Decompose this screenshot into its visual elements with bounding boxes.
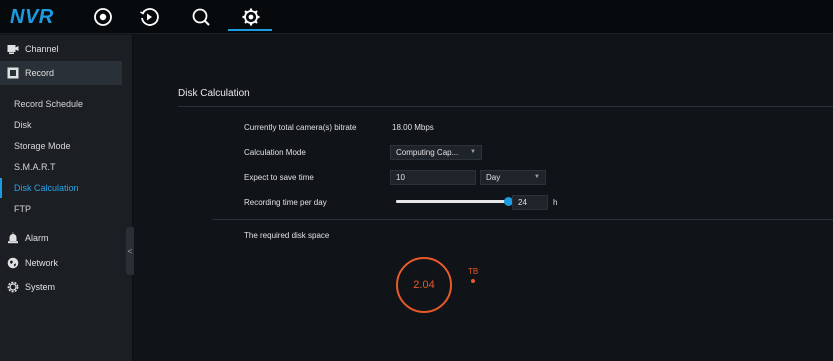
sidebar-item-storage-mode[interactable]: Storage Mode: [0, 136, 122, 156]
calculation-mode-select[interactable]: Computing Cap... ▼: [390, 145, 482, 160]
nvr-logo: NVR: [10, 6, 54, 28]
sidebar-item-label: S.M.A.R.T: [14, 162, 56, 172]
disk-space-value: 2.04: [413, 279, 435, 291]
unit-dot: [471, 279, 475, 283]
per-day-value: 24: [518, 198, 527, 207]
bitrate-value: 18.00 Mbps: [392, 123, 434, 132]
sidebar-item-label: Disk Calculation: [14, 183, 79, 193]
sidebar-group-label: Network: [25, 258, 59, 268]
bitrate-label: Currently total camera(s) bitrate: [244, 123, 357, 132]
sidebar-group-label: System: [25, 282, 56, 292]
sidebar-item-label: Record Schedule: [14, 99, 84, 109]
sidebar-group-channel[interactable]: Channel: [0, 37, 122, 61]
save-time-value: 10: [396, 173, 405, 182]
calculation-mode-label: Calculation Mode: [244, 148, 306, 157]
camera-icon: [6, 43, 19, 56]
sidebar-item-label: FTP: [14, 204, 31, 214]
save-time-unit-value: Day: [486, 173, 501, 182]
per-day-input[interactable]: 24: [512, 195, 548, 210]
save-time-input[interactable]: 10: [390, 170, 476, 185]
sidebar-item-disk[interactable]: Disk: [0, 115, 122, 135]
sidebar-group-network[interactable]: Network: [0, 251, 122, 275]
disk-space-ring: 2.04: [396, 257, 452, 313]
active-tab-indicator: [228, 29, 272, 31]
chevron-down-icon: ▼: [534, 174, 540, 180]
sidebar-item-record-schedule[interactable]: Record Schedule: [0, 94, 122, 114]
sidebar-group-record[interactable]: Record: [0, 61, 122, 85]
title-divider: [178, 106, 833, 107]
sidebar-group-label: Alarm: [25, 233, 49, 243]
sidebar-item-ftp[interactable]: FTP: [0, 199, 122, 219]
per-day-label: Recording time per day: [244, 198, 327, 207]
sidebar-item-label: Storage Mode: [14, 141, 71, 151]
top-bar: NVR: [0, 0, 833, 34]
per-day-unit: h: [553, 198, 558, 207]
settings-gear-icon[interactable]: [240, 6, 262, 28]
sidebar-group-system[interactable]: System: [0, 275, 122, 299]
live-view-icon[interactable]: [92, 6, 114, 28]
playback-icon[interactable]: [138, 6, 160, 28]
sidebar-item-label: Disk: [14, 120, 32, 130]
collapse-glyph: <: [127, 246, 133, 256]
network-icon: [6, 257, 19, 270]
system-gear-icon: [6, 281, 19, 294]
alarm-icon: [6, 232, 19, 245]
sidebar-group-label: Record: [25, 68, 55, 78]
sidebar-group-alarm[interactable]: Alarm: [0, 226, 122, 250]
disk-space-unit: TB: [468, 267, 479, 276]
sidebar: Channel Record Record Schedule Disk Stor…: [0, 35, 134, 361]
slider-fill: [396, 200, 508, 203]
required-space-label: The required disk space: [244, 231, 330, 240]
sidebar-item-smart[interactable]: S.M.A.R.T: [0, 157, 122, 177]
sidebar-collapse-handle[interactable]: <: [126, 227, 134, 275]
sidebar-group-label: Channel: [25, 44, 59, 54]
chevron-down-icon: ▼: [470, 149, 476, 155]
page-title: Disk Calculation: [178, 88, 250, 99]
calculation-mode-value: Computing Cap...: [396, 148, 459, 157]
per-day-slider[interactable]: [396, 197, 513, 206]
save-time-unit-select[interactable]: Day ▼: [480, 170, 546, 185]
save-time-label: Expect to save time: [244, 173, 314, 182]
search-icon[interactable]: [190, 6, 212, 28]
record-icon: [6, 67, 19, 80]
sidebar-item-disk-calculation[interactable]: Disk Calculation: [0, 178, 122, 198]
result-divider: [212, 219, 833, 220]
main-panel: Disk Calculation Currently total camera(…: [134, 35, 833, 361]
